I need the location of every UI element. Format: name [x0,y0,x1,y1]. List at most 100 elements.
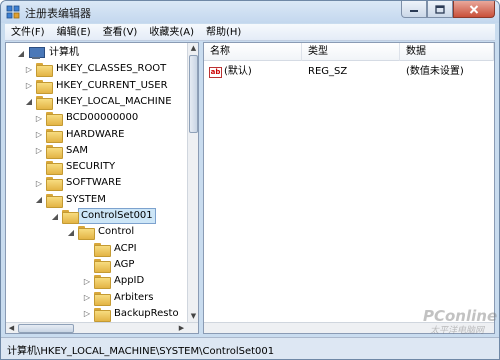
tree-scroll-thumb[interactable] [189,55,198,133]
menu-view[interactable]: 查看(V) [97,24,144,41]
tree-item[interactable]: ▷ SOFTWARE [34,175,125,192]
column-type[interactable]: 类型 [302,43,400,61]
tree-item[interactable]: ▷ BackupResto [82,306,183,322]
key-tree-pane: ◢ 计算机 ▷ HKEY_CLASSES_ROOT ▷ HKEY_CURRENT_USER… [5,42,199,334]
tree-item-label: BCD00000000 [66,112,139,124]
tree-item-label: HKEY_LOCAL_MACHINE [56,95,172,107]
collapsed-arrow-icon[interactable]: ▷ [82,293,92,303]
collapsed-arrow-icon[interactable]: ▷ [34,113,44,123]
window-controls [401,1,495,19]
tree-item[interactable]: ◢ HKEY_LOCAL_MACHINE [24,94,176,110]
expanded-arrow-icon[interactable]: ◢ [16,48,26,58]
folder-icon [46,177,63,192]
folder-icon [62,210,79,224]
tree-item-label: SECURITY [66,161,116,173]
tree-item-label: ControlSet001 [78,208,156,224]
value-list-pane: 名称 类型 数据 ab (默认) REG_SZ (数值未设置) [203,42,495,334]
folder-icon [46,144,63,159]
folder-icon [94,291,111,306]
folder-icon [46,193,63,208]
value-data: (数值未设置) [406,66,464,77]
tree-item[interactable]: ▷SECURITY [34,159,119,176]
value-list-header: 名称 类型 数据 [204,43,494,61]
scroll-down-icon[interactable]: ▼ [188,311,198,322]
folder-icon [36,79,53,94]
collapsed-arrow-icon[interactable]: ▷ [24,64,34,74]
folder-icon [94,242,111,257]
tree-item-label: HKEY_CURRENT_USER [56,79,168,91]
scroll-up-icon[interactable]: ▲ [188,43,198,54]
tree-item-label: AGP [114,258,135,270]
expanded-arrow-icon[interactable]: ◢ [24,97,34,107]
folder-icon [78,226,95,241]
collapsed-arrow-icon[interactable]: ▷ [82,309,92,319]
registry-app-icon [6,5,20,19]
folder-icon [94,307,111,322]
tree-item-label: ACPI [114,242,137,254]
expanded-arrow-icon[interactable]: ◢ [50,211,60,221]
tree-item-label: SAM [66,144,89,156]
folder-icon [46,128,63,143]
scroll-left-icon[interactable]: ◀ [6,323,17,333]
tree-item[interactable]: ◢ 计算机 [16,45,83,61]
tree-item[interactable]: ▷ HKEY_CURRENT_USER [24,78,172,94]
tree-item[interactable]: ▷ HARDWARE [34,127,128,143]
menu-file[interactable]: 文件(F) [5,24,51,41]
window-title: 注册表编辑器 [25,7,91,20]
tree-item-label: 计算机 [49,47,79,58]
value-type: REG_SZ [308,66,348,77]
close-button[interactable] [453,1,495,18]
menu-edit[interactable]: 编辑(E) [51,24,97,41]
tree-item[interactable]: ▷ AppID [82,273,148,290]
collapsed-arrow-icon[interactable]: ▷ [34,146,44,156]
expanded-arrow-icon[interactable]: ◢ [34,195,44,205]
title-bar[interactable]: 注册表编辑器 [1,1,499,23]
close-icon [469,4,479,14]
tree-item-label: AppID [114,275,145,287]
tree-item[interactable]: ▷AGP [82,257,138,273]
folder-icon [36,95,53,110]
collapsed-arrow-icon[interactable]: ▷ [34,178,44,188]
tree-item[interactable]: ▷ BCD00000000 [34,110,142,127]
watermark-line1: PConline [423,307,498,325]
status-path: 计算机\HKEY_LOCAL_MACHINE\SYSTEM\ControlSet… [7,346,275,357]
tree-item[interactable]: ▷ HKEY_CLASSES_ROOT [24,61,170,78]
tree-item-label: BackupResto [114,307,179,319]
folder-icon [94,275,111,290]
tree-item-label: HARDWARE [66,128,125,140]
collapsed-arrow-icon[interactable]: ▷ [34,130,44,140]
menu-help[interactable]: 帮助(H) [200,24,247,41]
string-value-icon: ab [209,66,222,78]
column-data[interactable]: 数据 [400,43,494,61]
menu-favorites[interactable]: 收藏夹(A) [143,24,200,41]
folder-icon [46,161,63,176]
tree-item[interactable]: ◢ Control [66,224,138,241]
collapsed-arrow-icon[interactable]: ▷ [82,276,92,286]
tree-item[interactable]: ▷ Arbiters [82,290,157,306]
tree-hscroll-thumb[interactable] [18,324,74,333]
watermark-logo: PConline 太平洋电脑网 [423,307,498,351]
value-name: (默认) [224,66,252,77]
value-row[interactable]: ab (默认) REG_SZ (数值未设置) [204,64,494,80]
folder-icon [94,258,111,273]
tree-item[interactable]: ▷ SAM [34,143,92,159]
folder-icon [46,112,63,127]
registry-editor-window: 注册表编辑器 文件(F) 编辑(E) 查看(V) 收藏夹(A) 帮助(H) ◢ 计… [0,0,500,360]
tree-item[interactable]: ◢ ControlSet001 [50,208,156,224]
minimize-button[interactable] [401,1,427,18]
maximize-button[interactable] [427,1,453,18]
maximize-icon [435,4,445,14]
tree-item[interactable]: ◢ SYSTEM [34,192,110,208]
tree-vertical-scrollbar[interactable]: ▲ ▼ [187,43,198,322]
tree-item-label: HKEY_CLASSES_ROOT [56,63,167,75]
folder-icon [36,63,53,78]
tree-item-label: SYSTEM [66,193,106,205]
scroll-right-icon[interactable]: ▶ [176,323,187,333]
column-name[interactable]: 名称 [204,43,302,61]
minimize-icon [410,10,418,12]
expanded-arrow-icon[interactable]: ◢ [66,227,76,237]
collapsed-arrow-icon[interactable]: ▷ [24,81,34,91]
tree-horizontal-scrollbar[interactable]: ◀ ▶ [6,322,198,333]
tree-item[interactable]: ▷ACPI [82,241,141,257]
key-tree: ◢ 计算机 ▷ HKEY_CLASSES_ROOT ▷ HKEY_CURRENT_USER… [6,43,188,322]
